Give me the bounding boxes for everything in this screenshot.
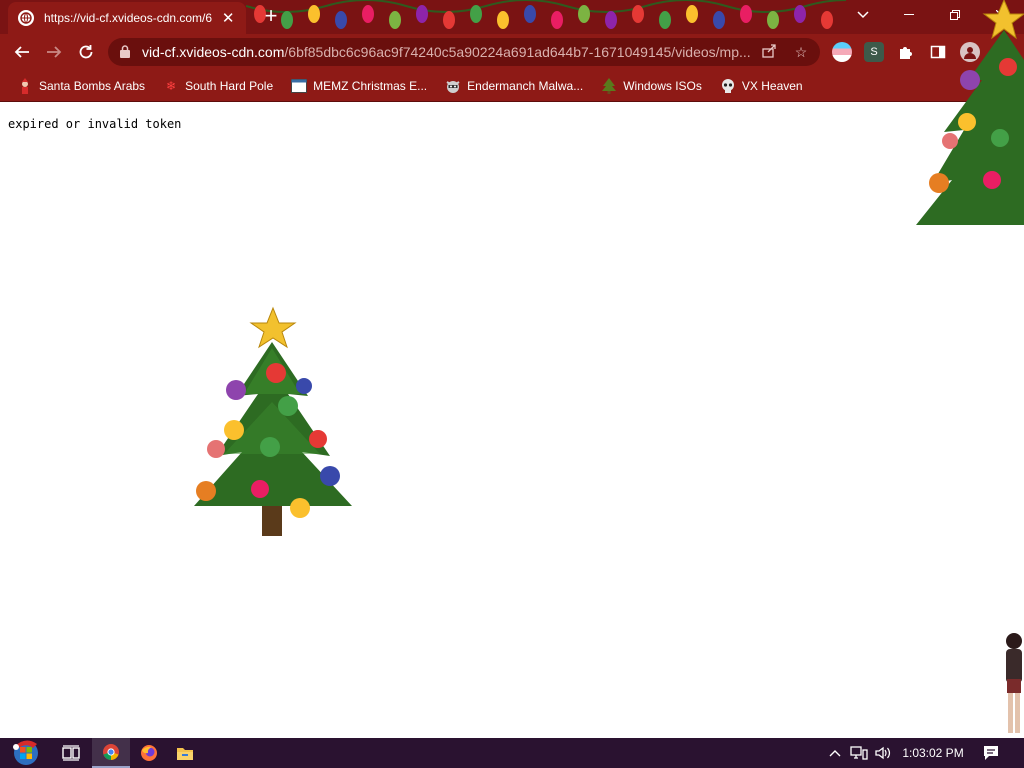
bookmark-label: MEMZ Christmas E... (313, 78, 428, 93)
bookmark-endermanch-malware[interactable]: Endermanch Malwa... (438, 74, 590, 98)
star-icon[interactable]: ☆ (792, 43, 810, 61)
volume-icon[interactable] (872, 738, 894, 768)
bookmark-label: Windows ISOs (623, 78, 702, 93)
light-bulb (740, 5, 752, 23)
light-bulb (632, 5, 644, 23)
network-icon[interactable] (848, 738, 870, 768)
light-bulb (794, 5, 806, 23)
light-bulb (686, 5, 698, 23)
flag-extension-icon[interactable] (832, 42, 852, 62)
light-bulb (443, 11, 455, 29)
tray-chevron-icon[interactable] (826, 738, 844, 768)
light-bulb (497, 11, 509, 29)
url-path: /6bf85dbc6c96ac9f74240c5a90224a691ad644b… (284, 44, 751, 60)
snowflake-icon: ❄ (166, 78, 177, 93)
share-icon[interactable] (760, 43, 778, 61)
light-bulb (578, 5, 590, 23)
light-bulb (524, 5, 536, 23)
light-bulb (821, 11, 833, 29)
skull-icon (720, 78, 736, 94)
chevron-down-icon[interactable] (840, 0, 886, 30)
bookmark-label: Endermanch Malwa... (467, 78, 584, 93)
arrow-left-icon[interactable] (8, 38, 36, 66)
s-extension-icon[interactable]: S (864, 42, 884, 62)
task-view-icon[interactable] (52, 738, 90, 768)
light-bulb (308, 5, 320, 23)
light-bulb (767, 11, 779, 29)
bookmark-vx-heaven[interactable]: VX Heaven (713, 74, 810, 98)
raccoon-icon (445, 78, 461, 94)
light-bulb (659, 11, 671, 29)
christmas-tree-decoration (194, 306, 352, 536)
bookmark-south-hard-pole[interactable]: ❄ South Hard Pole (156, 74, 280, 98)
bookmark-windows-isos[interactable]: Windows ISOs (594, 74, 709, 98)
light-bulb (605, 11, 617, 29)
reload-icon[interactable] (72, 38, 100, 66)
bookmark-label: South Hard Pole (185, 78, 274, 93)
file-explorer-icon[interactable] (166, 738, 204, 768)
light-bulb (416, 5, 428, 23)
tree-icon (601, 77, 617, 94)
light-bulb (335, 11, 347, 29)
plus-icon[interactable]: + (258, 4, 284, 30)
light-bulb (713, 11, 725, 29)
url-text[interactable]: vid-cf.xvideos-cdn.com/6bf85dbc6c96ac9f7… (142, 44, 752, 60)
tab-title: https://vid-cf.xvideos-cdn.com/6 (44, 11, 213, 25)
address-bar[interactable]: vid-cf.xvideos-cdn.com/6bf85dbc6c96ac9f7… (108, 38, 820, 66)
bookmark-memz-christmas[interactable]: MEMZ Christmas E... (284, 74, 434, 98)
page-content: expired or invalid token (0, 0, 1024, 738)
character-figure-decoration (1006, 633, 1022, 733)
christmas-tree-corner-decoration (916, 0, 1024, 225)
tab-strip: https://vid-cf.xvideos-cdn.com/6 ✕ + (0, 0, 1024, 34)
light-bulb (362, 5, 374, 23)
taskbar-clock[interactable]: 1:03:02 PM (900, 738, 966, 768)
close-icon[interactable]: ✕ (220, 9, 236, 27)
bookmark-santa-bombs-arabs[interactable]: Santa Bombs Arabs (10, 74, 152, 98)
light-bulb (551, 11, 563, 29)
bookmark-label: VX Heaven (741, 78, 803, 93)
start-orb-icon[interactable] (6, 738, 46, 768)
santa-icon (17, 77, 33, 94)
christmas-lights-decoration (246, 0, 846, 29)
globe-icon (18, 10, 34, 26)
light-bulb (470, 5, 482, 23)
light-bulb (389, 11, 401, 29)
arrow-right-icon[interactable] (40, 38, 68, 66)
chrome-icon[interactable] (92, 738, 130, 768)
bookmark-label: Santa Bombs Arabs (39, 78, 146, 93)
notification-icon[interactable] (976, 738, 1006, 768)
bookmarks-bar: Santa Bombs Arabs ❄ South Hard Pole MEMZ… (0, 70, 1024, 102)
url-host: vid-cf.xvideos-cdn.com (142, 44, 285, 60)
tab-active[interactable]: https://vid-cf.xvideos-cdn.com/6 ✕ (8, 2, 246, 34)
browser-toolbar: vid-cf.xvideos-cdn.com/6bf85dbc6c96ac9f7… (0, 34, 1024, 70)
firefox-icon[interactable] (130, 738, 168, 768)
lock-icon[interactable] (120, 45, 130, 58)
error-message: expired or invalid token (8, 117, 182, 131)
window-icon (291, 78, 308, 94)
taskbar: 1:03:02 PM (0, 738, 1024, 768)
desktop-screen: https://vid-cf.xvideos-cdn.com/6 ✕ + vid… (0, 0, 1024, 768)
